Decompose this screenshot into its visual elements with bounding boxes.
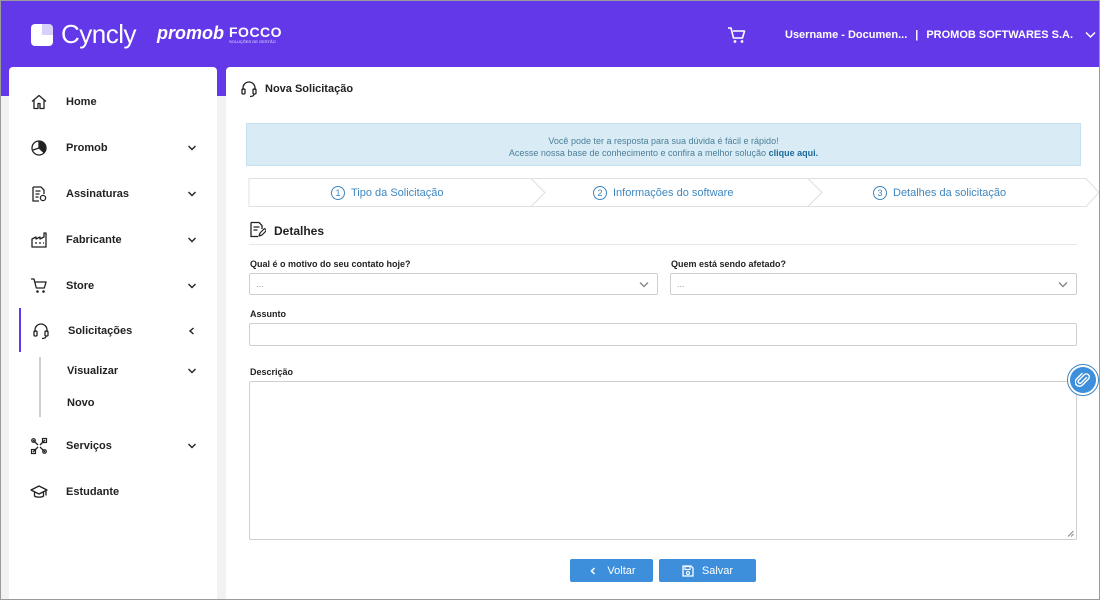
company-name: PROMOB SOFTWARES S.A. xyxy=(926,29,1074,41)
username: Username - Documen... xyxy=(785,29,908,41)
promob-icon xyxy=(31,140,47,156)
step-label: Detalhes da solicitação xyxy=(893,186,1007,199)
submenu-item-visualizar[interactable]: Visualizar xyxy=(67,365,118,377)
descricao-label: Descrição xyxy=(250,367,294,377)
submenu-item-label: Novo xyxy=(67,397,95,409)
cart-icon xyxy=(31,278,47,293)
assunto-input[interactable] xyxy=(249,323,1077,346)
focco-brand-name: FOCCO xyxy=(229,24,283,40)
chevron-down-icon xyxy=(1085,31,1096,39)
resize-handle-icon[interactable] xyxy=(1067,530,1074,537)
sidebar-item-servicos[interactable]: Serviços xyxy=(9,431,217,461)
submenu-line xyxy=(39,357,41,417)
chevron-left-icon xyxy=(590,566,596,575)
focco-brand: FOCCO SOLUÇÕES DE GESTÃO xyxy=(229,25,282,44)
assunto-label: Assunto xyxy=(250,309,286,319)
sidebar-item-estudante[interactable]: Estudante xyxy=(9,477,217,507)
page-title: Nova Solicitação xyxy=(265,83,354,95)
info-banner: Você pode ter a resposta para sua dúvida… xyxy=(246,123,1081,166)
back-button[interactable]: Voltar xyxy=(570,559,653,582)
info-line-1: Você pode ter a resposta para sua dúvida… xyxy=(548,136,779,146)
section-divider xyxy=(249,244,1077,245)
sidebar-item-label: Promob xyxy=(66,142,108,154)
cyncly-logo-text: Cyncly xyxy=(61,19,137,49)
services-icon xyxy=(30,437,48,455)
stepper: 1 Tipo da Solicitação 2 Informações do s… xyxy=(248,178,1100,207)
chevron-down-icon[interactable] xyxy=(187,367,197,375)
chevron-down-icon xyxy=(1058,282,1068,288)
submenu-item-novo[interactable]: Novo xyxy=(67,397,95,409)
chevron-down-icon xyxy=(188,145,196,151)
sidebar-item-label: Estudante xyxy=(66,486,120,498)
sidebar-item-solicitacoes[interactable]: Solicitações xyxy=(9,316,217,346)
attachment-button-inner xyxy=(1070,367,1096,393)
sidebar-item-label: Solicitações xyxy=(68,325,133,337)
afetado-select-value: ... xyxy=(677,279,685,289)
motivo-select[interactable]: ... xyxy=(249,273,658,295)
headset-icon xyxy=(241,81,257,98)
sidebar-item-label: Assinaturas xyxy=(66,188,129,200)
step-informacoes-software[interactable]: 2 Informações do software xyxy=(593,178,733,207)
motivo-label: Qual é o motivo do seu contato hoje? xyxy=(250,259,411,269)
section-title: Detalhes xyxy=(274,224,325,238)
sidebar-item-label: Serviços xyxy=(66,440,112,452)
knowledge-base-link[interactable]: clique aqui. xyxy=(769,148,819,158)
chevron-down-icon xyxy=(188,237,196,243)
sidebar: Home Promob Assinaturas Fabricante Store… xyxy=(9,67,217,600)
headset-icon xyxy=(33,323,49,340)
afetado-select[interactable]: ... xyxy=(670,273,1077,295)
back-button-label: Voltar xyxy=(607,564,636,577)
promob-brand: promob xyxy=(157,23,224,43)
save-icon xyxy=(682,564,694,577)
step-number: 1 xyxy=(331,185,345,200)
paperclip-icon xyxy=(1075,372,1090,387)
cyncly-logo-mark xyxy=(31,23,53,46)
submenu-item-label: Visualizar xyxy=(67,365,119,377)
factory-icon xyxy=(31,232,47,248)
sidebar-item-label: Home xyxy=(66,96,97,108)
step-tipo-solicitacao[interactable]: 1 Tipo da Solicitação xyxy=(331,178,444,207)
cyncly-logo[interactable]: Cyncly xyxy=(31,19,137,50)
step-number: 2 xyxy=(593,185,607,200)
motivo-select-value: ... xyxy=(256,279,264,289)
edit-document-icon xyxy=(250,221,266,238)
main-panel: Nova Solicitação Você pode ter a respost… xyxy=(226,67,1100,600)
step-label: Tipo da Solicitação xyxy=(351,186,444,199)
info-line-2: Acesse nossa base de conhecimento e conf… xyxy=(247,147,1080,159)
sidebar-item-store[interactable]: Store xyxy=(9,271,217,301)
user-separator: | xyxy=(915,29,919,41)
user-menu[interactable]: Username - Documen... | PROMOB SOFTWARES… xyxy=(785,29,1096,41)
sidebar-item-promob[interactable]: Promob xyxy=(9,133,217,163)
descricao-textarea[interactable] xyxy=(249,381,1077,540)
chevron-down-icon xyxy=(188,443,196,449)
chevron-down-icon xyxy=(188,191,196,197)
sidebar-item-assinaturas[interactable]: Assinaturas xyxy=(9,179,217,209)
step-label: Informações do software xyxy=(613,186,734,199)
chevron-down-icon xyxy=(639,282,649,288)
info-line-2-text: Acesse nossa base de conhecimento e conf… xyxy=(508,148,767,158)
save-button-label: Salvar xyxy=(701,564,734,577)
home-icon xyxy=(31,94,47,110)
subscriptions-icon xyxy=(32,186,47,202)
sidebar-item-fabricante[interactable]: Fabricante xyxy=(9,225,217,255)
chevron-down-icon xyxy=(188,283,196,289)
step-number: 3 xyxy=(873,185,887,200)
attachment-button[interactable] xyxy=(1067,364,1099,396)
sidebar-item-label: Fabricante xyxy=(66,234,122,246)
save-button[interactable]: Salvar xyxy=(659,559,756,582)
afetado-label: Quem está sendo afetado? xyxy=(671,259,787,269)
step-detalhes-solicitacao[interactable]: 3 Detalhes da solicitação xyxy=(873,178,1006,207)
graduation-cap-icon xyxy=(30,485,48,498)
focco-brand-tagline: SOLUÇÕES DE GESTÃO xyxy=(229,39,276,44)
chevron-left-icon xyxy=(188,327,194,335)
cart-icon[interactable] xyxy=(727,26,747,44)
sidebar-item-home[interactable]: Home xyxy=(9,87,217,117)
sidebar-item-label: Store xyxy=(66,280,95,292)
